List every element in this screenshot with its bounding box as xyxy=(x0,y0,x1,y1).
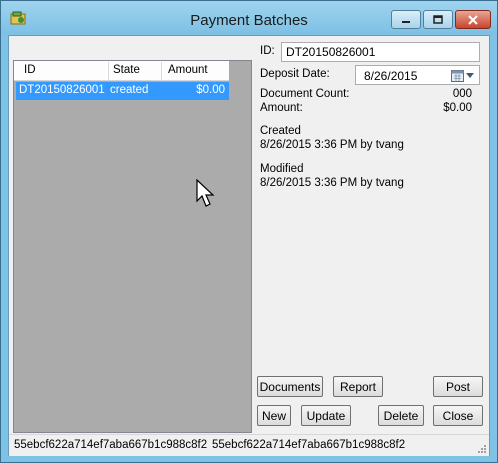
status-right: 55ebcf622a714ef7aba667b1c988c8f2 xyxy=(212,439,406,451)
close-window-button[interactable] xyxy=(455,10,491,29)
modified-label: Modified xyxy=(260,163,304,175)
new-button[interactable]: New xyxy=(257,405,291,426)
created-label: Created xyxy=(260,125,301,137)
maximize-icon xyxy=(433,15,443,24)
minimize-icon xyxy=(402,20,410,23)
update-button[interactable]: Update xyxy=(301,405,351,426)
amount-label: Amount: xyxy=(260,102,303,114)
mouse-cursor-icon xyxy=(196,179,215,207)
cell-id: DT20150826001 xyxy=(19,84,105,96)
resize-grip-icon[interactable] xyxy=(477,444,487,454)
close-button[interactable]: Close xyxy=(433,405,483,426)
id-label: ID: xyxy=(260,45,275,57)
payment-batches-window: Payment Batches ID State Amount DT201508… xyxy=(0,0,498,463)
status-left: 55ebcf622a714ef7aba667b1c988c8f2 xyxy=(14,439,208,451)
batches-grid[interactable]: ID State Amount DT20150826001 created $0… xyxy=(13,60,252,433)
delete-button[interactable]: Delete xyxy=(378,405,424,426)
deposit-date-picker[interactable]: 8/26/2015 xyxy=(355,65,480,85)
deposit-date-value: 8/26/2015 xyxy=(364,69,418,83)
client-area: ID State Amount DT20150826001 created $0… xyxy=(8,35,490,456)
table-row[interactable]: DT20150826001 created $0.00 xyxy=(16,82,229,100)
title-bar[interactable]: Payment Batches xyxy=(1,1,497,35)
maximize-button[interactable] xyxy=(423,10,453,29)
deposit-date-label: Deposit Date: xyxy=(260,68,330,80)
column-header-id[interactable]: ID xyxy=(24,64,36,76)
amount-value: $0.00 xyxy=(443,102,472,114)
grid-header: ID State Amount xyxy=(14,61,229,81)
document-count-value: 000 xyxy=(452,88,472,100)
id-field[interactable]: DT20150826001 xyxy=(281,42,480,62)
cell-state: created xyxy=(110,84,149,96)
minimize-button[interactable] xyxy=(391,10,421,29)
column-header-amount[interactable]: Amount xyxy=(168,64,208,76)
created-value: 8/26/2015 3:36 PM by tvang xyxy=(260,139,404,151)
status-bar: 55ebcf622a714ef7aba667b1c988c8f2 55ebcf6… xyxy=(9,434,489,456)
report-button[interactable]: Report xyxy=(333,376,383,397)
modified-value: 8/26/2015 3:36 PM by tvang xyxy=(260,177,404,189)
column-header-state[interactable]: State xyxy=(113,64,140,76)
close-icon xyxy=(468,14,478,25)
calendar-icon[interactable] xyxy=(451,69,464,82)
post-button[interactable]: Post xyxy=(433,376,483,397)
chevron-down-icon[interactable] xyxy=(466,73,474,78)
cell-amount: $0.00 xyxy=(196,84,225,96)
document-count-label: Document Count: xyxy=(260,88,350,100)
documents-button[interactable]: Documents xyxy=(257,376,323,397)
